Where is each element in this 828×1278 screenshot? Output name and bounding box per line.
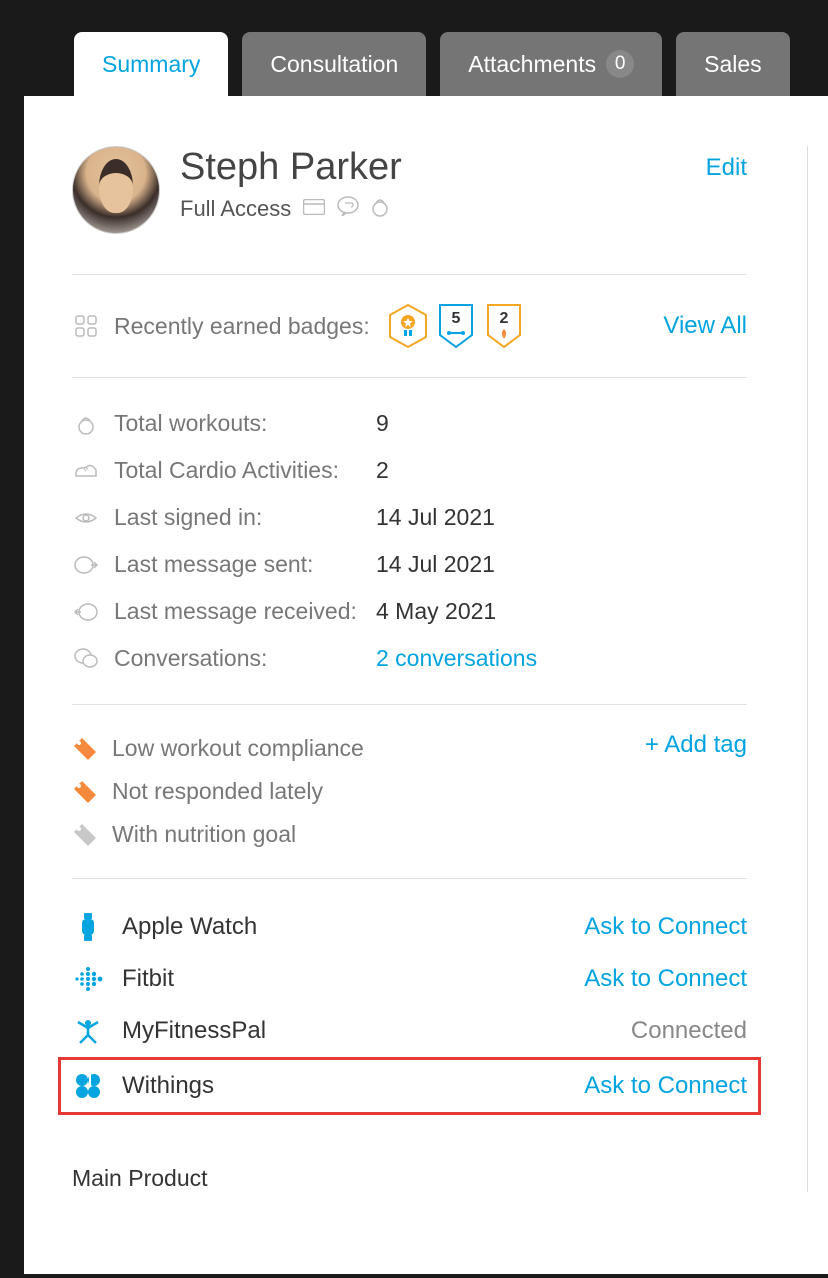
stat-value: 14 Jul 2021 xyxy=(376,551,495,578)
stat-label: Last message sent: xyxy=(114,551,313,578)
badges-section: Recently earned badges: 5 2 View All xyxy=(72,275,747,377)
profile-header: Steph Parker Full Access Edit xyxy=(72,146,747,234)
fitbit-icon xyxy=(72,963,104,995)
tag-label: Not responded lately xyxy=(112,778,323,805)
stat-label: Last message received: xyxy=(114,598,357,625)
chat-icon xyxy=(337,196,359,222)
badge-streak[interactable]: 2 xyxy=(484,303,524,349)
eye-icon xyxy=(72,510,100,526)
integrations-section: Apple Watch Ask to Connect Fitbit Ask to… xyxy=(72,879,747,1137)
main-product-label: Main Product xyxy=(72,1165,208,1191)
badges-label: Recently earned badges: xyxy=(114,313,370,340)
tag-icon xyxy=(72,736,98,762)
tags-section: + Add tag Low workout compliance Not res… xyxy=(72,705,747,878)
stat-workouts: Total workouts: 9 xyxy=(72,400,747,447)
shoe-icon xyxy=(72,462,100,480)
footer-section: Main Product xyxy=(72,1137,747,1192)
add-tag-link[interactable]: + Add tag xyxy=(645,731,747,759)
tag-label: With nutrition goal xyxy=(112,821,296,848)
tag-icon xyxy=(72,779,98,805)
profile-meta: Full Access xyxy=(180,195,402,223)
stat-label: Last signed in: xyxy=(114,504,262,531)
avatar[interactable] xyxy=(72,146,160,234)
stat-signin: Last signed in: 14 Jul 2021 xyxy=(72,494,747,541)
integration-withings: Withings Ask to Connect xyxy=(58,1057,761,1115)
connected-status: Connected xyxy=(631,1017,747,1045)
badge-2-value: 5 xyxy=(451,310,460,327)
tabs: Summary Consultation Attachments 0 Sales xyxy=(24,0,828,96)
ask-to-connect-link[interactable]: Ask to Connect xyxy=(584,965,747,993)
badges-list: 5 2 xyxy=(388,303,524,349)
kettlebell-icon xyxy=(72,413,100,435)
tab-attachments-label: Attachments xyxy=(468,51,596,78)
stat-value: 14 Jul 2021 xyxy=(376,504,495,531)
badge-star[interactable] xyxy=(388,303,428,349)
message-in-icon xyxy=(72,602,100,622)
myfitnesspal-icon xyxy=(72,1015,104,1047)
profile-access-label: Full Access xyxy=(180,196,291,222)
grid-icon xyxy=(72,315,100,337)
ask-to-connect-link[interactable]: Ask to Connect xyxy=(584,913,747,941)
stat-label: Total workouts: xyxy=(114,410,267,437)
conversations-icon xyxy=(72,648,100,670)
edit-link[interactable]: Edit xyxy=(706,154,747,182)
view-all-link[interactable]: View All xyxy=(663,312,747,340)
integration-label: Withings xyxy=(122,1072,214,1100)
withings-icon xyxy=(72,1070,104,1102)
tab-consultation[interactable]: Consultation xyxy=(242,32,426,96)
stat-label: Total Cardio Activities: xyxy=(114,457,339,484)
stat-value: 4 May 2021 xyxy=(376,598,496,625)
tag-label: Low workout compliance xyxy=(112,735,364,762)
badge-workouts[interactable]: 5 xyxy=(436,303,476,349)
integration-myfitnesspal: MyFitnessPal Connected xyxy=(72,1005,747,1057)
integration-label: Apple Watch xyxy=(122,913,257,941)
stat-value: 9 xyxy=(376,410,389,437)
conversations-link[interactable]: 2 conversations xyxy=(376,645,537,672)
stats-section: Total workouts: 9 Total Cardio Activitie… xyxy=(72,378,747,704)
stat-msg-recv: Last message received: 4 May 2021 xyxy=(72,588,747,635)
card-icon xyxy=(303,198,325,221)
badge-3-value: 2 xyxy=(499,310,508,327)
integration-label: MyFitnessPal xyxy=(122,1017,266,1045)
integration-label: Fitbit xyxy=(122,965,174,993)
apple-watch-icon xyxy=(72,911,104,943)
kettlebell-icon xyxy=(371,195,389,223)
tab-summary[interactable]: Summary xyxy=(74,32,228,96)
attachments-count-badge: 0 xyxy=(606,50,634,78)
ask-to-connect-link[interactable]: Ask to Connect xyxy=(584,1072,747,1100)
integration-apple-watch: Apple Watch Ask to Connect xyxy=(72,901,747,953)
tab-sales[interactable]: Sales xyxy=(676,32,790,96)
stat-label: Conversations: xyxy=(114,645,267,672)
stat-cardio: Total Cardio Activities: 2 xyxy=(72,447,747,494)
stat-value: 2 xyxy=(376,457,389,484)
summary-panel: Steph Parker Full Access Edit xyxy=(24,96,828,1274)
message-out-icon xyxy=(72,555,100,575)
tag-row[interactable]: Not responded lately xyxy=(72,770,747,813)
integration-fitbit: Fitbit Ask to Connect xyxy=(72,953,747,1005)
profile-name: Steph Parker xyxy=(180,146,402,189)
tag-row[interactable]: With nutrition goal xyxy=(72,813,747,856)
stat-conversations: Conversations: 2 conversations xyxy=(72,635,747,682)
stat-msg-sent: Last message sent: 14 Jul 2021 xyxy=(72,541,747,588)
tab-attachments[interactable]: Attachments 0 xyxy=(440,32,662,96)
tag-icon xyxy=(72,822,98,848)
